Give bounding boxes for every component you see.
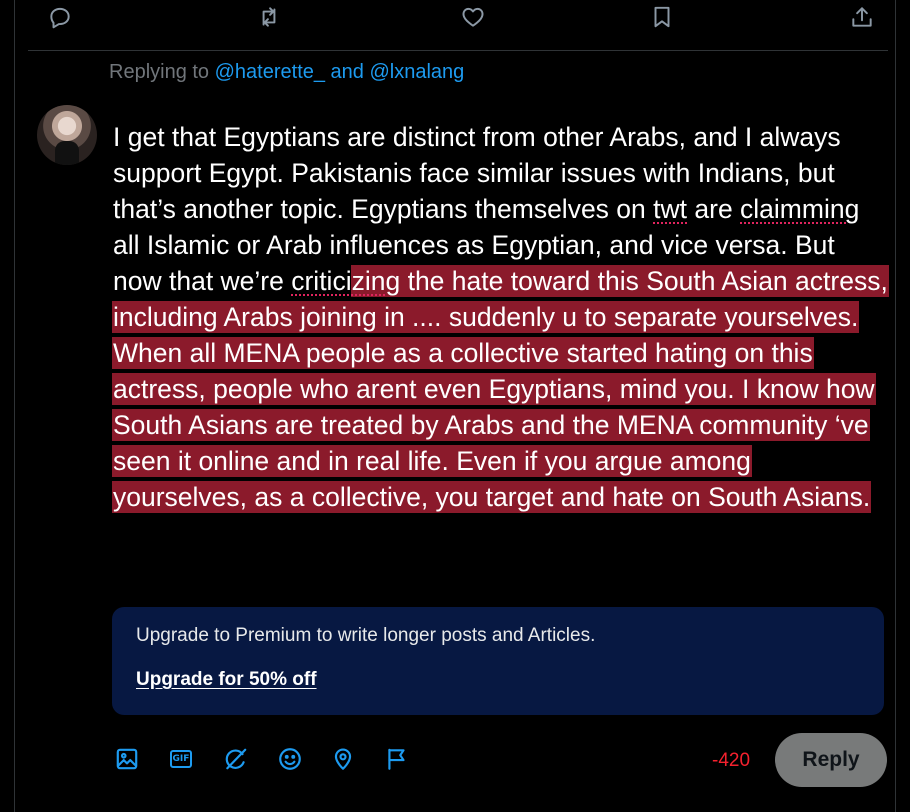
premium-upsell-card: Upgrade to Premium to write longer posts…	[112, 607, 884, 715]
premium-message: Upgrade to Premium to write longer posts…	[136, 625, 596, 646]
post-action-bar	[14, 0, 895, 50]
divider	[28, 50, 888, 51]
misspelled-word: critici	[291, 266, 352, 296]
replying-prefix: Replying to	[109, 61, 215, 83]
misspelled-word: claimming	[740, 194, 860, 224]
replying-to: Replying to @haterette_ and @lxnalang	[109, 61, 464, 84]
media-icon[interactable]	[112, 744, 142, 774]
share-icon[interactable]	[847, 2, 877, 32]
mention-haterette[interactable]: @haterette_	[215, 61, 325, 83]
avatar[interactable]	[37, 105, 97, 165]
upgrade-link[interactable]: Upgrade for 50% off	[136, 669, 317, 691]
reply-composer-text[interactable]: I get that Egyptians are distinct from o…	[113, 119, 888, 515]
bookmark-icon[interactable]	[647, 2, 677, 32]
overflow-text: zing	[351, 266, 401, 296]
location-icon[interactable]	[328, 744, 358, 774]
gif-icon[interactable]: GIF	[166, 744, 196, 774]
like-icon[interactable]	[458, 2, 488, 32]
grok-icon[interactable]	[221, 744, 251, 774]
gif-icon-label: GIF	[170, 750, 192, 768]
column-border-left	[14, 0, 15, 812]
reply-button[interactable]: Reply	[775, 733, 887, 787]
mention-lxnalang[interactable]: @lxnalang	[369, 61, 464, 83]
flag-icon[interactable]	[382, 744, 412, 774]
misspelled-word: twt	[653, 194, 688, 224]
character-counter: -420	[712, 750, 751, 771]
column-border-right	[895, 0, 896, 812]
repost-icon[interactable]	[254, 2, 284, 32]
emoji-icon[interactable]	[275, 744, 305, 774]
overflow-text: the hate toward this South Asian actress…	[113, 266, 888, 512]
composer-text-segment: are	[687, 194, 741, 224]
replying-conjunction[interactable]: and	[325, 61, 369, 83]
reply-icon[interactable]	[45, 2, 75, 32]
